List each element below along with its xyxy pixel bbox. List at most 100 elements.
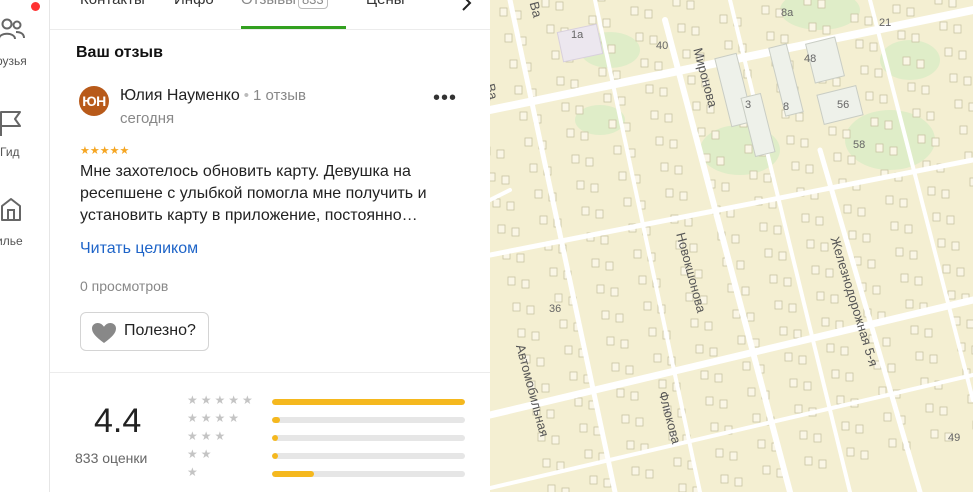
tab-info[interactable]: Инфо xyxy=(174,0,214,8)
tab-contacts[interactable]: Контакты xyxy=(80,0,145,8)
house-footprint xyxy=(958,50,967,60)
tab-bar: Контакты Инфо Отзывы833 Цены xyxy=(50,0,490,30)
house-footprint xyxy=(869,42,878,52)
house-footprint xyxy=(930,429,939,439)
house-footprint xyxy=(519,111,528,121)
house-footprint xyxy=(719,14,728,24)
more-options-icon[interactable]: ••• xyxy=(433,88,457,108)
house-footprint xyxy=(497,224,506,234)
house-footprint xyxy=(842,129,851,139)
avatar[interactable]: ЮН xyxy=(79,86,109,116)
house-footprint xyxy=(635,32,644,42)
house-footprint xyxy=(774,300,783,310)
house-footprint xyxy=(674,165,683,175)
chevron-right-icon[interactable] xyxy=(460,0,474,14)
house-footprint xyxy=(747,387,756,397)
rail-item-housing[interactable]: илье xyxy=(0,190,50,250)
house-footprint xyxy=(875,143,884,153)
house-number: 1а xyxy=(571,29,584,41)
distribution-bar-track xyxy=(272,453,465,459)
house-footprint xyxy=(833,152,842,162)
house-footprint xyxy=(909,250,918,260)
house-footprint xyxy=(644,9,653,19)
useful-label: Полезно? xyxy=(124,322,196,339)
house-footprint xyxy=(574,397,583,407)
house-footprint xyxy=(744,144,753,154)
rating-distribution-row: ★★★★ xyxy=(187,411,490,426)
house-footprint xyxy=(695,344,704,354)
house-footprint xyxy=(638,275,647,285)
house-footprint xyxy=(752,413,761,423)
house-footprint xyxy=(564,345,573,355)
useful-button[interactable]: Полезно? xyxy=(80,312,209,351)
house-footprint xyxy=(761,5,770,15)
house-footprint xyxy=(630,6,639,16)
house-footprint xyxy=(926,111,935,121)
house-footprint xyxy=(690,318,699,328)
house-footprint xyxy=(551,435,560,445)
house-footprint xyxy=(906,7,915,17)
house-footprint xyxy=(855,39,864,49)
house-footprint xyxy=(633,249,642,259)
house-footprint xyxy=(645,469,654,479)
house-footprint xyxy=(788,303,797,313)
house-footprint xyxy=(883,412,892,422)
house-footprint xyxy=(571,154,580,164)
house-footprint xyxy=(526,305,535,315)
house-footprint xyxy=(927,186,936,196)
house-footprint xyxy=(731,234,740,244)
house-footprint xyxy=(831,369,840,379)
house-footprint xyxy=(759,222,768,232)
house-footprint xyxy=(615,313,624,323)
house-footprint xyxy=(591,258,600,268)
house-footprint xyxy=(711,130,720,140)
house-footprint xyxy=(658,379,667,389)
tab-prices[interactable]: Цены xyxy=(366,0,405,8)
review-author[interactable]: Юлия Науменко • 1 отзыв xyxy=(120,87,306,105)
house-footprint xyxy=(554,293,563,303)
rating-distribution-row: ★★ xyxy=(187,447,490,462)
house-footprint xyxy=(885,195,894,205)
house-footprint xyxy=(889,146,898,156)
tab-reviews[interactable]: Отзывы833 xyxy=(241,0,328,9)
house-footprint xyxy=(664,113,673,123)
house-footprint xyxy=(736,260,745,270)
house-footprint xyxy=(786,135,795,145)
house-footprint xyxy=(944,47,953,57)
review-text: Мне захотелось обновить карту. Девушка н… xyxy=(80,163,427,224)
rail-item-guide[interactable]: Гид xyxy=(0,100,50,160)
house-footprint xyxy=(732,309,741,319)
map-canvas[interactable] xyxy=(490,0,973,492)
house-footprint xyxy=(590,183,599,193)
house-footprint xyxy=(892,4,901,14)
house-footprint xyxy=(813,433,822,443)
house-footprint xyxy=(825,268,834,278)
house-footprint xyxy=(948,0,957,8)
read-more-link[interactable]: Читать целиком xyxy=(80,240,198,258)
house-footprint xyxy=(917,134,926,144)
house-footprint xyxy=(794,404,803,414)
house-footprint xyxy=(828,126,837,136)
house-footprint xyxy=(911,33,920,43)
house-footprint xyxy=(595,209,604,219)
rail-item-friends[interactable]: рузья xyxy=(0,0,50,75)
house-footprint xyxy=(691,26,700,36)
house-footprint xyxy=(763,173,772,183)
house-footprint xyxy=(603,93,612,103)
house-number: 8 xyxy=(783,101,790,113)
house-footprint xyxy=(559,319,568,329)
house-footprint xyxy=(857,207,866,217)
map[interactable]: Ва Ва Миронова Новокшонова Железнодорожн… xyxy=(490,0,973,492)
house-footprint xyxy=(514,85,523,95)
house-footprint xyxy=(541,383,550,393)
house-footprint xyxy=(504,33,513,43)
rating-distribution-row: ★★★ xyxy=(187,429,490,444)
house-footprint xyxy=(804,456,813,466)
house-footprint xyxy=(801,213,810,223)
house-footprint xyxy=(968,102,973,112)
house-footprint xyxy=(687,75,696,85)
house-footprint xyxy=(710,422,719,432)
house-footprint xyxy=(799,430,808,440)
house-footprint xyxy=(737,335,746,345)
distribution-bar-fill xyxy=(272,399,465,405)
